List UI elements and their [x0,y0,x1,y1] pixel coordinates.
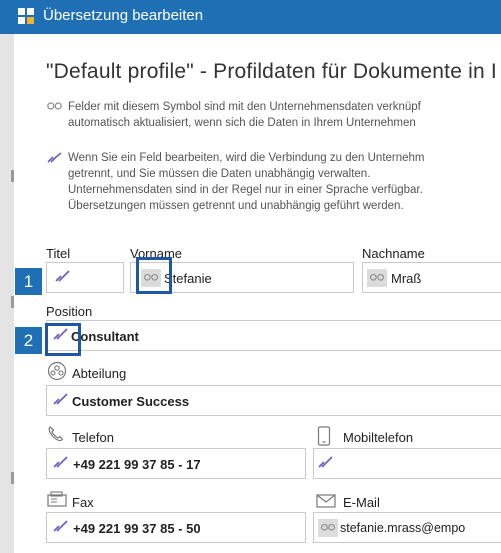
linked-chip[interactable] [367,269,387,287]
callout-badge-1: 1 [15,268,42,295]
email-value: stefanie.mrass@empo [340,521,466,535]
envelope-icon [316,494,336,508]
fax-field[interactable]: +49 221 99 37 85 - 50 [46,512,306,543]
abteilung-label: Abteilung [72,366,127,381]
titel-label: Titel [46,246,71,261]
nachname-value: Mraß [391,271,422,286]
email-label: E-Mail [343,495,380,510]
info-linked-fields: Felder mit diesem Symbol sind mit den Un… [47,99,421,131]
callout-badge-2: 2 [15,327,42,354]
link-icon [321,523,335,531]
link-icon [370,273,384,281]
broken-link-icon [47,152,62,163]
position-label: Position [46,304,93,319]
mobile-icon [317,426,331,446]
telefon-label: Telefon [72,430,114,445]
nachname-field[interactable]: Mraß [362,262,501,293]
info-text: Übersetzungen müssen getrennt und unabhä… [68,200,404,212]
telefon-field[interactable]: +49 221 99 37 85 - 17 [46,448,306,479]
abteilung-value: Customer Success [72,394,190,409]
position-value: Consultant [71,329,139,344]
email-field[interactable]: stefanie.mrass@empo [313,512,501,543]
link-icon [47,102,62,110]
edge-marker [11,472,14,484]
linked-chip[interactable] [318,519,338,537]
position-field[interactable]: Consultant [46,320,501,351]
department-icon [47,361,67,381]
fax-icon [47,491,67,507]
background-window-edge [0,34,14,553]
edge-marker [11,296,14,308]
broken-link-icon[interactable] [53,392,68,406]
abteilung-field[interactable]: Customer Success [46,385,501,416]
info-text: Felder mit diesem Symbol sind mit den Un… [68,101,421,113]
nachname-label: Nachname [362,246,425,261]
broken-link-icon[interactable] [53,519,68,533]
info-text: Wenn Sie ein Feld bearbeiten, wird die V… [68,152,425,164]
highlight-box-linked-chip [136,257,172,294]
window-title: Übersetzung bearbeiten [43,7,204,24]
fax-label: Fax [72,495,94,510]
broken-link-icon[interactable] [55,269,70,283]
info-text: automatisch aktualisiert, wenn sich die … [68,117,416,129]
info-text: Unternehmensdaten sind in der Regel nur … [68,184,423,196]
titel-field[interactable] [46,262,124,293]
phone-icon [48,426,64,442]
broken-link-icon[interactable] [53,455,68,469]
mobiltelefon-label: Mobiltelefon [343,430,414,445]
edge-marker [11,170,14,182]
highlight-box-unlinked-icon [45,323,81,356]
translate-app-icon [18,8,34,24]
window-titlebar: Übersetzung bearbeiten [0,0,501,34]
telefon-value: +49 221 99 37 85 - 17 [73,457,201,472]
info-text: getrennt, und Sie müssen die Daten unabh… [68,168,371,180]
fax-value: +49 221 99 37 85 - 50 [73,521,201,536]
broken-link-icon[interactable] [318,455,333,469]
info-unlinked-fields: Wenn Sie ein Feld bearbeiten, wird die V… [47,150,425,214]
mobiltelefon-field[interactable] [313,448,501,479]
page-title: "Default profile" - Profildaten für Doku… [46,60,497,83]
